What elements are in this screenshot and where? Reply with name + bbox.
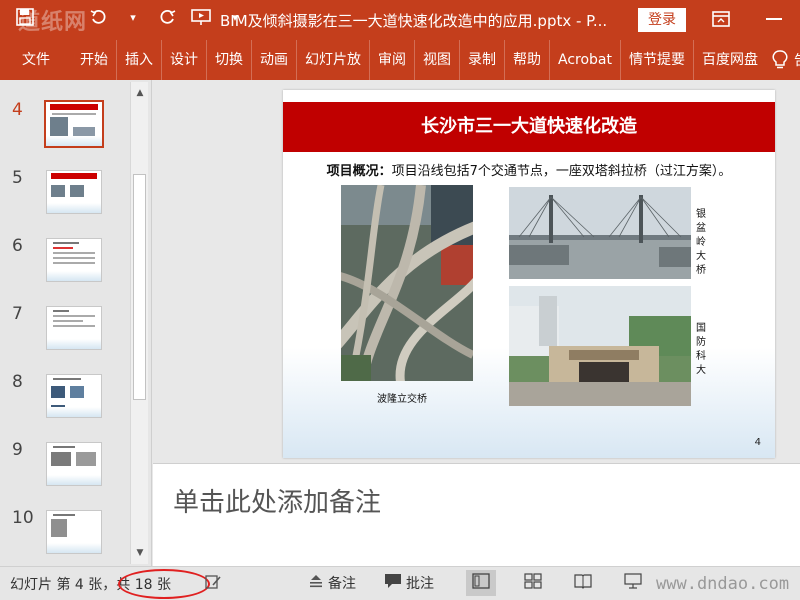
subtitle-text: 项目沿线包括7个交通节点，一座双塔斜拉桥（过江方案）。: [391, 164, 732, 179]
university-photo[interactable]: [509, 286, 691, 406]
subtitle-bold-label: 项目概况：: [326, 164, 392, 179]
notes-toggle-button[interactable]: 备注: [308, 573, 356, 593]
thumbnail-item[interactable]: 10: [0, 508, 130, 568]
tab-insert[interactable]: 插入: [117, 40, 162, 80]
thumbnail-item[interactable]: 9: [0, 440, 130, 500]
highlight-ellipse: [118, 569, 210, 599]
thumbnail-item[interactable]: 4: [0, 100, 130, 160]
slideshow-icon: [624, 573, 642, 593]
notes-pane[interactable]: 单击此处添加备注: [153, 463, 800, 566]
tab-design[interactable]: 设计: [162, 40, 207, 80]
notes-placeholder[interactable]: 单击此处添加备注: [173, 482, 381, 519]
tab-view[interactable]: 视图: [415, 40, 460, 80]
minimize-button[interactable]: [766, 18, 782, 20]
status-bar: 幻灯片 第 4 张，共 18 张 备注 批注 www.dndao.com: [0, 566, 800, 600]
tab-record[interactable]: 录制: [460, 40, 505, 80]
thumbnail-slide[interactable]: [46, 306, 102, 350]
notes-label: 备注: [328, 576, 356, 592]
thumbnail-slide[interactable]: [46, 238, 102, 282]
bridge-photo[interactable]: [509, 187, 691, 279]
normal-view-button[interactable]: [466, 570, 496, 596]
thumbnail-item[interactable]: 5: [0, 168, 130, 228]
thumbnail-item[interactable]: 8: [0, 372, 130, 432]
title-bar: ▾ ▾ 道纸网 BIM及倾斜摄影在三一大道快速化改造中的应用.pptx - P.…: [0, 0, 800, 40]
comment-icon: [384, 573, 402, 593]
site-watermark: www.dndao.com: [656, 574, 790, 594]
ribbon-display-options-icon[interactable]: [710, 8, 732, 30]
comments-label: 批注: [406, 576, 434, 592]
slide-sorter-icon: [524, 573, 542, 593]
slide-editor: 长沙市三一大道快速化改造 项目概况：项目沿线包括7个交通节点，一座双塔斜拉桥（过…: [153, 80, 800, 460]
tab-slideshow[interactable]: 幻灯片放: [297, 40, 370, 80]
tab-review[interactable]: 审阅: [370, 40, 415, 80]
tell-me-search[interactable]: 告诉我: [788, 50, 800, 70]
thumbnail-number: 10: [12, 508, 34, 528]
slide-page-number: 4: [754, 437, 761, 448]
thumbnail-number: 5: [12, 168, 23, 188]
thumbnail-scrollbar[interactable]: ▲ ▼: [130, 82, 148, 564]
normal-view-icon: [472, 573, 490, 593]
notes-icon: [308, 574, 324, 592]
tab-file[interactable]: 文件: [0, 40, 72, 80]
scrollbar-thumb[interactable]: [133, 174, 146, 400]
login-button[interactable]: 登录: [638, 8, 686, 32]
reading-view-button[interactable]: [568, 570, 598, 596]
slideshow-view-button[interactable]: [618, 570, 648, 596]
thumbnail-number: 7: [12, 304, 23, 324]
slide-title[interactable]: 长沙市三一大道快速化改造: [283, 102, 775, 152]
watermark-logo: 道纸网: [18, 9, 88, 35]
thumbnail-slide[interactable]: [46, 170, 102, 214]
thumbnail-number: 4: [12, 100, 23, 120]
start-slideshow-icon[interactable]: [190, 6, 212, 28]
university-caption: 国防科大: [696, 323, 706, 376]
thumbnail-slide[interactable]: [44, 100, 104, 148]
thumbnail-slide[interactable]: [46, 510, 102, 554]
lightbulb-icon[interactable]: [772, 40, 788, 80]
thumbnail-number: 8: [12, 372, 23, 392]
tab-acrobat[interactable]: Acrobat: [550, 40, 621, 80]
ribbon-tabs: 文件 开始 插入 设计 切换 动画 幻灯片放 审阅 视图 录制 帮助 Acrob…: [0, 40, 800, 80]
interchange-caption: 波隆立交桥: [377, 394, 427, 405]
thumbnail-item[interactable]: 7: [0, 304, 130, 364]
slide-sorter-view-button[interactable]: [518, 570, 548, 596]
accessibility-check-icon[interactable]: [204, 573, 222, 591]
undo-icon[interactable]: [88, 6, 110, 28]
chevron-down-icon[interactable]: ▾: [122, 6, 144, 28]
tab-baidu-netdisk[interactable]: 百度网盘: [694, 40, 766, 80]
comments-button[interactable]: 批注: [384, 573, 434, 593]
reading-view-icon: [574, 573, 592, 593]
tab-help[interactable]: 帮助: [505, 40, 550, 80]
tab-storyboard[interactable]: 情节提要: [621, 40, 694, 80]
tab-transitions[interactable]: 切换: [207, 40, 252, 80]
slide-subtitle[interactable]: 项目概况：项目沿线包括7个交通节点，一座双塔斜拉桥（过江方案）。: [283, 160, 775, 179]
thumbnail-number: 9: [12, 440, 23, 460]
thumbnail-slide[interactable]: [46, 442, 102, 486]
interchange-photo[interactable]: [341, 185, 473, 381]
scroll-down-arrow-icon[interactable]: ▼: [131, 544, 149, 562]
document-title: BIM及倾斜摄影在三一大道快速化改造中的应用.pptx - P...: [220, 12, 608, 30]
redo-icon[interactable]: [156, 6, 178, 28]
scroll-up-arrow-icon[interactable]: ▲: [131, 84, 149, 102]
thumbnail-slide[interactable]: [46, 374, 102, 418]
tab-home[interactable]: 开始: [72, 40, 117, 80]
bridge-caption: 银盆岭大桥: [696, 209, 706, 276]
thumbnail-item[interactable]: 6: [0, 236, 130, 296]
current-slide[interactable]: 长沙市三一大道快速化改造 项目概况：项目沿线包括7个交通节点，一座双塔斜拉桥（过…: [283, 90, 775, 458]
thumbnail-number: 6: [12, 236, 23, 256]
tab-animations[interactable]: 动画: [252, 40, 297, 80]
